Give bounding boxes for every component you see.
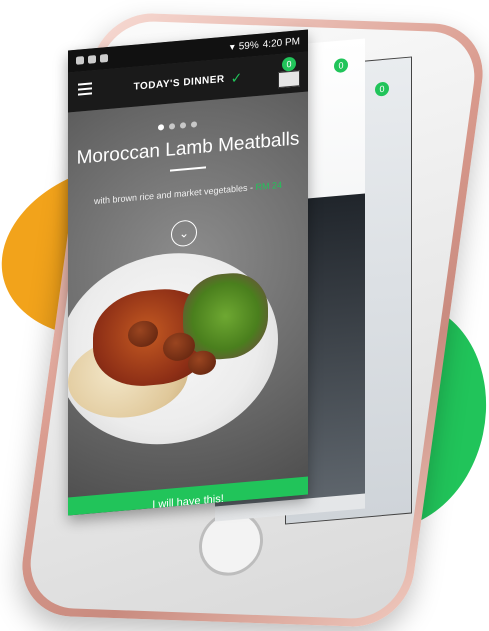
notification-icon [88, 55, 96, 64]
notification-icon [100, 53, 108, 63]
dish-subtitle: with brown rice and market vegetables - … [68, 178, 308, 209]
wifi-icon: ▾ [229, 41, 235, 53]
wallet-count-badge-back1: 0 [334, 57, 348, 74]
checkmark-icon: ✓ [230, 68, 243, 86]
wallet-icon-back2: 0 [371, 81, 389, 97]
status-right: ▾ 59% 4:20 PM [230, 36, 300, 53]
dish-title: Moroccan Lamb Meatballs [76, 128, 300, 169]
carousel-dots [158, 121, 197, 131]
wallet-count-badge-back2: 0 [375, 81, 389, 97]
wallet-count-badge: 0 [282, 56, 296, 72]
notification-icon [76, 56, 84, 65]
dish-hero: Moroccan Lamb Meatballs with brown rice … [68, 91, 308, 516]
dish-price: RM 24 [255, 179, 283, 193]
title-divider [170, 166, 206, 172]
carousel-dot-4[interactable] [191, 121, 197, 128]
wallet-icon-back1: 0 [330, 57, 348, 74]
carousel-dot-3[interactable] [180, 122, 186, 129]
page-title: TODAY'S DINNER [133, 73, 225, 93]
status-notification-icons [76, 53, 108, 65]
hamburger-menu-icon[interactable] [78, 82, 92, 96]
status-time: 4:20 PM [262, 35, 300, 50]
carousel-dot-2[interactable] [169, 123, 175, 130]
wallet-button[interactable]: 0 [278, 56, 300, 89]
dish-description: with brown rice and market vegetables - [93, 182, 256, 207]
chevron-down-icon[interactable]: ⌄ [171, 219, 197, 248]
carousel-dot-1[interactable] [158, 124, 164, 131]
main-screen: ▾ 59% 4:20 PM TODAY'S DINNER ✓ 0 Morocca… [68, 29, 308, 516]
battery-percent: 59% [238, 39, 259, 53]
cash-icon [278, 70, 300, 89]
